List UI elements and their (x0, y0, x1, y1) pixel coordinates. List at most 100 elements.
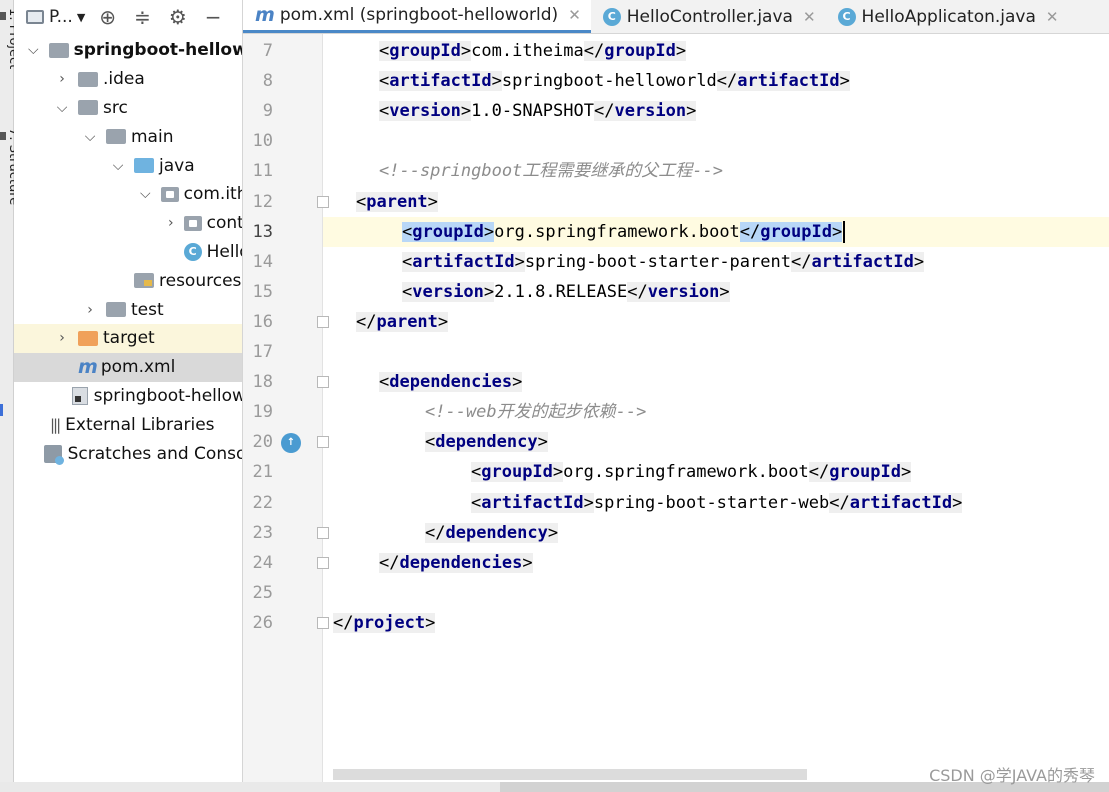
tree-item[interactable]: ›Scratches and Consoles (14, 439, 242, 468)
minimize-icon[interactable]: − (205, 5, 222, 29)
project-view-selector[interactable]: P... ▼ (26, 0, 99, 34)
tree-item-label: resources (159, 270, 242, 291)
code-line[interactable]: 21 <groupId>org.springframework.boot</gro… (243, 457, 1109, 487)
horizontal-scrollbar[interactable] (333, 769, 807, 780)
fold-icon[interactable] (317, 616, 329, 629)
watermark: CSDN @学JAVA的秀琴 (929, 766, 1095, 785)
tree-item[interactable]: ›mpom.xml (14, 352, 242, 382)
chevron-down-icon[interactable]: ⌵ (112, 158, 124, 174)
navigate-icon[interactable]: ↑ (281, 433, 301, 454)
spring-class-icon: C (183, 242, 207, 261)
code-line[interactable]: 24 </dependencies> (243, 548, 1109, 578)
close-icon[interactable]: ✕ (568, 6, 581, 24)
scratches-icon (43, 444, 68, 465)
editor-tab[interactable]: C HelloController.java ✕ (591, 0, 826, 33)
chevron-right-icon[interactable]: › (56, 71, 68, 87)
line-number: 14 (252, 251, 273, 272)
code-line[interactable]: 25 (243, 578, 1109, 608)
project-tree: ⌵ springboot-helloworld › .idea ⌵ src ⌵ main ⌵ ja… (14, 36, 242, 468)
chevron-right-icon[interactable]: › (84, 302, 96, 318)
chevron-down-icon[interactable]: ⌵ (84, 129, 96, 145)
code-line[interactable]: 23 </dependency> (243, 518, 1109, 548)
fold-icon[interactable] (317, 436, 329, 449)
chevron-down-icon[interactable]: ⌵ (140, 186, 151, 202)
close-icon[interactable]: ✕ (1046, 8, 1059, 26)
chevron-right-icon[interactable]: › (56, 330, 68, 346)
tree-item[interactable]: › controller (14, 209, 242, 238)
code-line[interactable]: 12 <parent> (243, 187, 1109, 217)
fold-icon[interactable] (317, 526, 329, 539)
code-token: > (900, 462, 912, 483)
code-token: > (537, 432, 548, 453)
chevron-down-icon[interactable]: ⌵ (56, 100, 68, 116)
code-token: > (425, 612, 436, 633)
tree-item[interactable]: › .idea (14, 65, 242, 94)
line-number: 12 (252, 191, 273, 212)
code-token: < (471, 492, 482, 513)
tree-item-label: Scratches and Consoles (67, 443, 242, 464)
close-icon[interactable]: ✕ (803, 8, 816, 26)
line-number: 13 (252, 221, 273, 242)
code-token: < (471, 462, 482, 483)
tree-item[interactable]: ›springboot-helloworld.iml (14, 382, 242, 411)
tree-item-label: target (103, 328, 155, 349)
fold-icon[interactable] (317, 195, 329, 208)
tree-item[interactable]: ⌵ com.itheima (14, 180, 242, 209)
xml-tag-name: groupId (412, 221, 484, 242)
code-token: > (460, 101, 472, 122)
xml-tag-name: artifactId (849, 492, 953, 513)
code-line[interactable]: 8 <artifactId>springboot-helloworld</arti… (243, 66, 1109, 96)
maven-icon: m (255, 4, 275, 26)
code-line[interactable]: 13 <groupId>org.springframework.boot</gro… (243, 217, 1109, 247)
code-line[interactable]: 16 </parent> (243, 307, 1109, 337)
tree-item[interactable]: ⌵ springboot-helloworld (14, 36, 242, 65)
code-text: <groupId>org.springframework.boot</group… (402, 217, 846, 247)
code-line[interactable]: 18 <dependencies> (243, 367, 1109, 397)
fold-icon[interactable] (317, 376, 329, 389)
code-token: > (913, 251, 925, 272)
chevron-right-icon[interactable]: › (168, 215, 174, 231)
tree-item[interactable]: ⌵ src (14, 94, 242, 123)
code-token: 1.0-SNAPSHOT (471, 101, 594, 122)
selection-tick (0, 404, 3, 416)
code-line[interactable]: 11 <!--springboot工程需要继承的父工程--> (243, 156, 1109, 186)
code-line[interactable]: 9 <version>1.0-SNAPSHOT</version> (243, 96, 1109, 126)
tree-item[interactable]: ›|||External Libraries (14, 410, 242, 439)
collapse-icon[interactable]: ≑ (134, 5, 151, 29)
tree-item[interactable]: › target (14, 323, 242, 353)
tree-item[interactable]: ⌵ main (14, 122, 242, 151)
tree-item[interactable]: ›resources (14, 266, 242, 295)
fold-icon[interactable] (317, 556, 329, 569)
code-token: > (514, 251, 525, 272)
code-token: > (686, 101, 697, 122)
code-token: < (379, 372, 390, 393)
editor-tab[interactable]: C HelloApplicaton.java ✕ (826, 0, 1069, 33)
code-line[interactable]: 14 <artifactId>spring-boot-starter-parent… (243, 247, 1109, 277)
code-line[interactable]: 17 (243, 337, 1109, 367)
code-text: <!--web开发的起步依赖--> (425, 397, 646, 427)
chevron-down-icon[interactable]: ⌵ (28, 42, 39, 58)
tree-item[interactable]: ⌵ java (14, 151, 242, 180)
line-number: 10 (252, 131, 273, 152)
package-icon (183, 215, 207, 231)
code-token: com.itheima (471, 41, 584, 61)
tree-item-label: External Libraries (65, 414, 215, 435)
tree-item-label: src (103, 97, 128, 118)
fold-icon[interactable] (317, 315, 329, 328)
editor-tab[interactable]: m pom.xml (springboot-helloworld) ✕ (243, 0, 591, 33)
code-line[interactable]: 15 <version>2.1.8.RELEASE</version> (243, 277, 1109, 307)
code-line[interactable]: 20 ↑ <dependency> (243, 427, 1109, 457)
code-token: > (483, 281, 495, 302)
tree-item[interactable]: ›CHelloApplicaton (14, 238, 242, 267)
gear-icon[interactable]: ⚙ (169, 5, 187, 29)
locate-icon[interactable]: ⊕ (99, 5, 116, 29)
code-line[interactable]: 10 (243, 126, 1109, 156)
code-line[interactable]: 7 <groupId>com.itheima</groupId> (243, 36, 1109, 66)
code-line[interactable]: 19 <!--web开发的起步依赖--> (243, 397, 1109, 427)
code-token: </ (583, 41, 605, 61)
xml-tag-name: groupId (389, 41, 461, 61)
tree-item[interactable]: › test (14, 295, 242, 324)
code-line[interactable]: 22 <artifactId>spring-boot-starter-web</a… (243, 488, 1109, 518)
code-text: <version>2.1.8.RELEASE</version> (402, 277, 730, 307)
code-line[interactable]: 26 </project> (243, 608, 1109, 638)
